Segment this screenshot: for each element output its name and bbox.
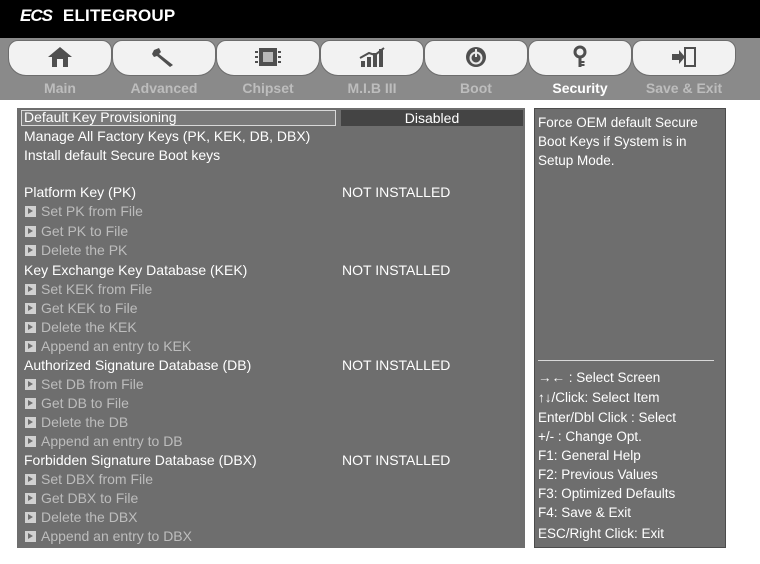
append-dbx[interactable]: Append an entry to DBX <box>41 528 192 546</box>
append-kek[interactable]: Append an entry to KEK <box>41 338 191 356</box>
submenu-arrow-icon <box>25 512 36 523</box>
kek-label: Key Exchange Key Database (KEK) <box>24 262 248 278</box>
delete-dbx[interactable]: Delete the DBX <box>41 509 138 527</box>
submenu-arrow-icon <box>25 531 36 542</box>
key-hint-general-help: F1: General Help <box>538 448 641 463</box>
get-pk-to-file[interactable]: Get PK to File <box>41 223 128 241</box>
key-hint-save-exit: F4: Save & Exit <box>538 505 632 520</box>
tab-label-advanced[interactable]: Advanced <box>112 80 216 96</box>
key-hint-select-screen: →← : Select Screen <box>538 370 661 385</box>
key-hint-esc-exit: ESC/Right Click: Exit <box>538 526 665 541</box>
pk-label: Platform Key (PK) <box>24 184 137 200</box>
brand-logo: ECS ELITEGROUP <box>20 6 175 26</box>
exit-icon <box>668 44 700 70</box>
home-icon <box>44 44 76 70</box>
set-kek-from-file[interactable]: Set KEK from File <box>41 281 152 299</box>
submenu-arrow-icon <box>25 417 36 428</box>
submenu-arrow-icon <box>25 474 36 485</box>
delete-kek[interactable]: Delete the KEK <box>41 319 137 337</box>
default-key-provisioning-label[interactable]: Default Key Provisioning <box>24 109 177 127</box>
tab-chipset[interactable] <box>216 40 320 76</box>
dbx-label: Forbidden Signature Database (DBX) <box>24 452 257 468</box>
tab-label-security[interactable]: Security <box>528 80 632 96</box>
tab-mib[interactable] <box>320 40 424 76</box>
help-panel <box>534 108 726 548</box>
ecs-logo-mark: ECS <box>20 6 53 25</box>
key-hint-enter: Enter/Dbl Click : Select <box>538 410 677 425</box>
title-bar: ECS ELITEGROUP <box>0 0 760 38</box>
submenu-arrow-icon <box>25 379 36 390</box>
get-db-to-file[interactable]: Get DB to File <box>41 395 129 413</box>
tab-label-main[interactable]: Main <box>8 80 112 96</box>
tab-save-exit[interactable] <box>632 40 736 76</box>
submenu-arrow-icon <box>25 303 36 314</box>
help-description: Force OEM default Secure Boot Keys if Sy… <box>538 115 698 168</box>
submenu-arrow-icon <box>25 341 36 352</box>
power-icon <box>460 44 492 70</box>
kek-status: NOT INSTALLED <box>342 262 451 278</box>
db-label: Authorized Signature Database (DB) <box>24 357 252 373</box>
tab-label-chipset[interactable]: Chipset <box>216 80 320 96</box>
bios-setup-window: ECS ELITEGROUP Main Advanced Chipset M.I… <box>0 0 760 564</box>
delete-db[interactable]: Delete the DB <box>41 414 128 432</box>
chart-icon <box>356 44 388 70</box>
set-db-from-file[interactable]: Set DB from File <box>41 376 144 394</box>
help-divider <box>538 360 714 361</box>
delete-pk[interactable]: Delete the PK <box>41 242 127 260</box>
default-key-provisioning-value[interactable]: Disabled <box>341 110 523 126</box>
get-dbx-to-file[interactable]: Get DBX to File <box>41 490 138 508</box>
key-hint-select-item: ↑↓/Click: Select Item <box>538 390 660 405</box>
dbx-status: NOT INSTALLED <box>342 452 451 468</box>
tab-advanced[interactable] <box>112 40 216 76</box>
tab-main[interactable] <box>8 40 112 76</box>
tab-label-boot[interactable]: Boot <box>424 80 528 96</box>
wrench-icon <box>148 44 180 70</box>
tab-boot[interactable] <box>424 40 528 76</box>
brand-name: ELITEGROUP <box>62 6 176 25</box>
chip-icon <box>252 44 284 70</box>
get-kek-to-file[interactable]: Get KEK to File <box>41 300 137 318</box>
submenu-arrow-icon <box>25 226 36 237</box>
key-icon <box>564 44 596 70</box>
submenu-arrow-icon <box>25 322 36 333</box>
key-hint-change-opt: +/- : Change Opt. <box>538 429 642 444</box>
tab-security[interactable] <box>528 40 632 76</box>
set-dbx-from-file[interactable]: Set DBX from File <box>41 471 153 489</box>
append-db[interactable]: Append an entry to DB <box>41 433 183 451</box>
key-hint-optimized-defaults: F3: Optimized Defaults <box>538 486 676 501</box>
submenu-arrow-icon <box>25 398 36 409</box>
submenu-arrow-icon <box>25 245 36 256</box>
key-hint-previous-values: F2: Previous Values <box>538 467 658 482</box>
install-default-keys-item[interactable]: Install default Secure Boot keys <box>24 147 220 165</box>
tab-label-mib[interactable]: M.I.B III <box>320 80 424 96</box>
submenu-arrow-icon <box>25 436 36 447</box>
pk-status: NOT INSTALLED <box>342 184 451 200</box>
manage-all-keys-item[interactable]: Manage All Factory Keys (PK, KEK, DB, DB… <box>24 128 310 146</box>
set-pk-from-file[interactable]: Set PK from File <box>41 203 143 221</box>
submenu-arrow-icon <box>25 493 36 504</box>
db-status: NOT INSTALLED <box>342 357 451 373</box>
submenu-arrow-icon <box>25 284 36 295</box>
submenu-arrow-icon <box>25 206 36 217</box>
tab-label-save-exit[interactable]: Save & Exit <box>632 80 736 96</box>
